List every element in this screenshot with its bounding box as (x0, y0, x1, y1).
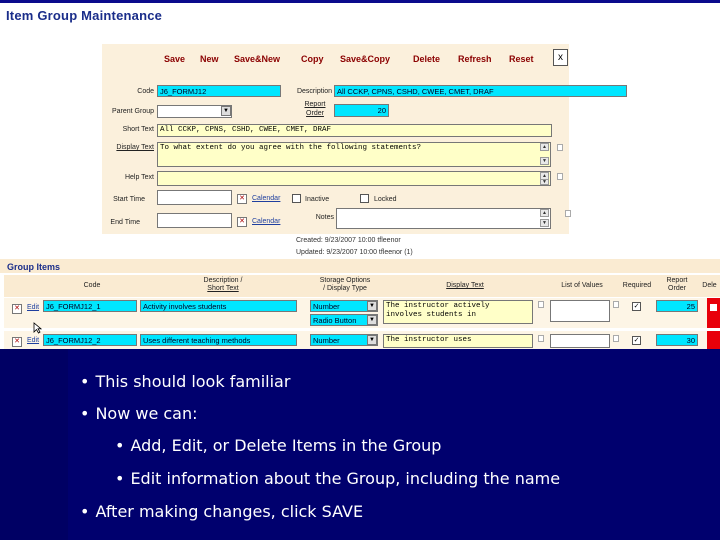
bullet-item: • After making changes, click SAVE (80, 502, 364, 521)
row-report-order-input[interactable]: 30 (656, 334, 698, 346)
sub-bullet-item: • Add, Edit, or Delete Items in the Group (115, 436, 442, 455)
sub-bullet-item: • Edit information about the Group, inclu… (115, 469, 561, 488)
col-header-delete: Dele (702, 282, 717, 289)
notes-label: Notes (315, 214, 334, 221)
chevron-down-icon[interactable]: ▼ (221, 106, 231, 116)
col-header-report-order-2: Order (668, 285, 686, 292)
start-time-input[interactable] (157, 190, 232, 205)
edit-text-icon[interactable] (613, 335, 619, 342)
chevron-down-icon[interactable]: ▼ (367, 301, 377, 311)
calendar-icon[interactable]: ✕ (237, 217, 247, 227)
reset-button[interactable]: Reset (509, 54, 534, 64)
col-header-description-1: Description / (203, 277, 243, 284)
col-header-code: Code (83, 282, 101, 289)
new-button[interactable]: New (200, 54, 219, 64)
notes-textarea[interactable] (336, 208, 551, 229)
save-copy-button[interactable]: Save&Copy (340, 54, 390, 64)
bullet-item: • Now we can: (80, 404, 198, 423)
page-title: Item Group Maintenance (6, 8, 163, 23)
chevron-down-icon[interactable]: ▼ (367, 315, 377, 325)
row-description-input[interactable]: Activity involves students (140, 300, 297, 312)
code-label: Code (137, 88, 154, 95)
report-order-input[interactable]: 20 (334, 104, 389, 117)
delete-cell (707, 331, 720, 349)
description-input[interactable]: All CCKP, CPNS, CSHD, CWEE, CMET, DRAF (334, 85, 627, 97)
row-list-of-values-input[interactable] (550, 334, 610, 348)
edit-text-icon[interactable] (557, 173, 563, 180)
bullet-item: • This should look familiar (80, 372, 291, 391)
col-header-list-of-values: List of Values (561, 282, 603, 289)
scroll-down-icon[interactable]: ▼ (540, 219, 549, 227)
refresh-button[interactable]: Refresh (458, 54, 492, 64)
row-required-checkbox[interactable]: ✓ (632, 336, 641, 345)
chevron-down-icon[interactable]: ▼ (367, 335, 377, 345)
delete-button[interactable]: Delete (413, 54, 440, 64)
short-text-input[interactable]: All CCKP, CPNS, CSHD, CWEE, CMET, DRAF (157, 124, 552, 137)
locked-label: Locked (374, 196, 397, 203)
edit-text-icon[interactable] (557, 144, 563, 151)
scroll-down-icon[interactable]: ▼ (540, 157, 549, 165)
end-time-label: End Time (110, 219, 140, 226)
locked-checkbox[interactable] (360, 194, 369, 203)
copy-button[interactable]: Copy (301, 54, 324, 64)
edit-text-icon[interactable] (538, 335, 544, 342)
row-code-input[interactable]: J6_FORMJ12_2 (43, 334, 137, 346)
cursor-icon (33, 322, 43, 334)
row-display-text-textarea[interactable]: The instructor actively involves student… (383, 300, 533, 324)
save-new-button[interactable]: Save&New (234, 54, 280, 64)
created-info: Created: 9/23/2007 10:00 tfleenor (296, 237, 401, 244)
report-order-label-2: Order (306, 110, 324, 117)
row-required-checkbox[interactable]: ✓ (632, 302, 641, 311)
row-report-order-input[interactable]: 25 (656, 300, 698, 312)
row-delete-checkbox[interactable] (710, 304, 717, 311)
help-text-textarea[interactable] (157, 171, 551, 186)
slide-left-strip (0, 349, 68, 540)
col-header-display-text: Display Text (446, 282, 484, 289)
row-display-text-textarea[interactable]: The instructor uses (383, 334, 533, 348)
inactive-checkbox[interactable] (292, 194, 301, 203)
row-list-of-values-input[interactable] (550, 300, 610, 322)
delete-cell (707, 298, 720, 328)
group-items-header (0, 259, 720, 273)
calendar-link[interactable]: Calendar (252, 218, 280, 225)
delete-row-icon[interactable]: ✕ (12, 304, 22, 314)
short-text-label: Short Text (122, 126, 154, 133)
scroll-up-icon[interactable]: ▲ (540, 143, 549, 151)
delete-row-icon[interactable]: ✕ (12, 337, 22, 347)
end-time-input[interactable] (157, 213, 232, 228)
edit-text-icon[interactable] (565, 210, 571, 217)
description-label: Description (296, 88, 332, 95)
scroll-down-icon[interactable]: ▼ (540, 179, 549, 185)
parent-group-label: Parent Group (111, 108, 154, 115)
save-button[interactable]: Save (164, 54, 185, 64)
close-icon[interactable]: x (553, 49, 568, 66)
calendar-icon[interactable]: ✕ (237, 194, 247, 204)
col-header-required: Required (622, 282, 652, 289)
display-text-label: Display Text (116, 144, 154, 151)
help-text-label: Help Text (124, 174, 154, 181)
edit-link[interactable]: Edit (27, 304, 39, 311)
item-group-form (102, 44, 569, 234)
report-order-label-1: Report (304, 101, 326, 108)
edit-link[interactable]: Edit (27, 337, 39, 344)
edit-text-icon[interactable] (538, 301, 544, 308)
updated-info: Updated: 9/23/2007 10:00 tfleenor (1) (296, 249, 413, 256)
code-input[interactable]: J6_FORMJ12 (157, 85, 281, 97)
start-time-label: Start Time (113, 196, 145, 203)
col-header-description-2: Short Text (207, 285, 239, 292)
col-header-storage-2: / Display Type (323, 285, 367, 292)
edit-text-icon[interactable] (613, 301, 619, 308)
top-accent-bar (0, 0, 720, 3)
display-text-textarea[interactable]: To what extent do you agree with the fol… (157, 142, 551, 167)
col-header-storage-1: Storage Options (319, 277, 371, 284)
group-items-title: Group Items (7, 262, 61, 272)
scroll-up-icon[interactable]: ▲ (540, 209, 549, 217)
calendar-link[interactable]: Calendar (252, 195, 280, 202)
row-code-input[interactable]: J6_FORMJ12_1 (43, 300, 137, 312)
row-description-input[interactable]: Uses different teaching methods (140, 334, 297, 346)
inactive-label: Inactive (305, 196, 330, 203)
col-header-report-order-1: Report (666, 277, 688, 284)
